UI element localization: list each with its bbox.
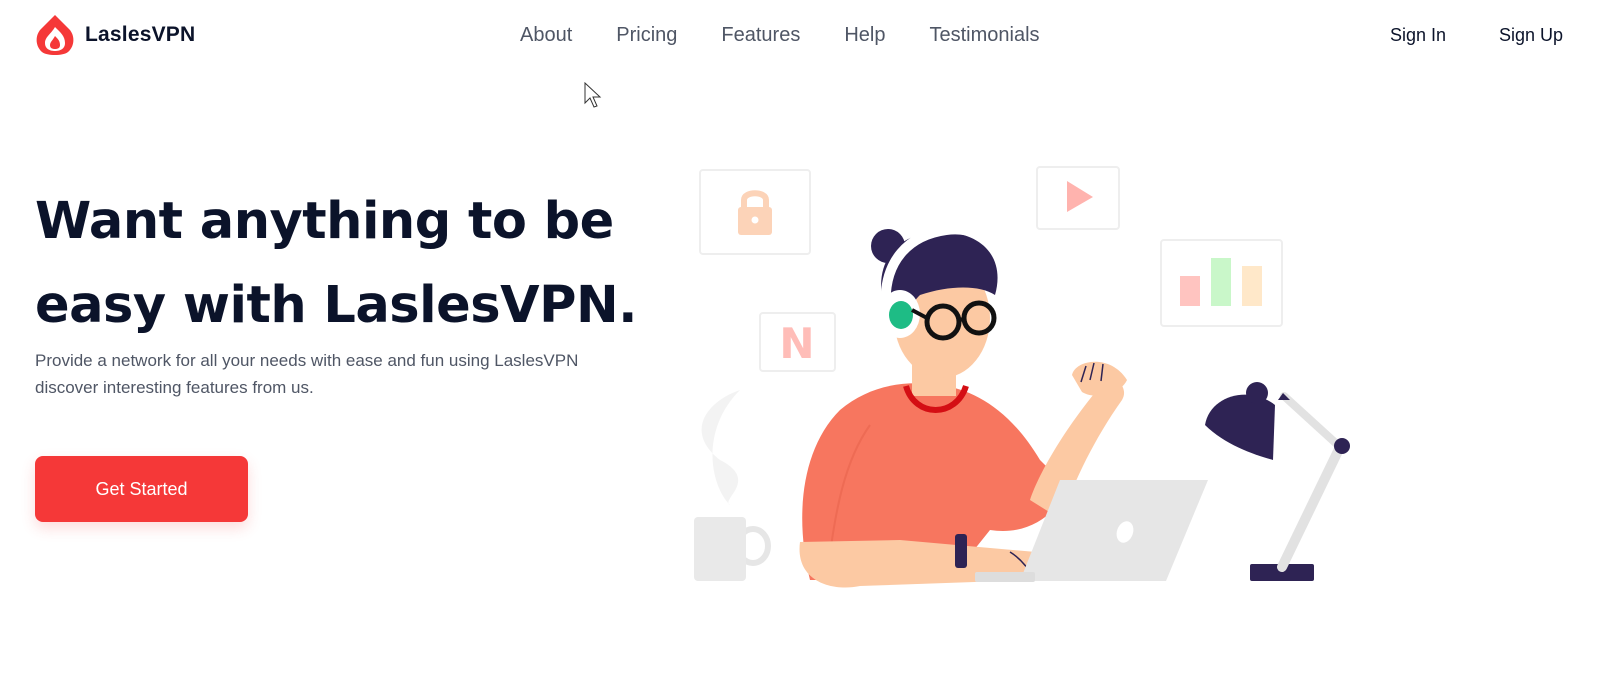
sign-in-link[interactable]: Sign In: [1390, 25, 1446, 46]
bar-chart-icon: [1160, 239, 1283, 327]
mouse-cursor-icon: [584, 82, 602, 108]
netflix-letter: N: [779, 319, 814, 368]
nav-help[interactable]: Help: [844, 24, 885, 47]
get-started-button[interactable]: Get Started: [35, 456, 248, 522]
logo[interactable]: LaslesVPN: [35, 14, 195, 56]
hero-illustration: N: [694, 166, 1350, 588]
nav-pricing[interactable]: Pricing: [616, 24, 677, 47]
logo-icon: [36, 15, 74, 55]
nav-features[interactable]: Features: [721, 24, 800, 47]
steam-decoration: [701, 390, 740, 505]
netflix-icon: N: [759, 312, 836, 372]
play-icon: [1036, 166, 1120, 230]
header: LaslesVPN About Pricing Features Help Te…: [0, 0, 1603, 75]
main-nav: About Pricing Features Help Testimonials: [520, 24, 1084, 47]
brand-name: LaslesVPN: [85, 23, 196, 46]
nav-testimonials[interactable]: Testimonials: [929, 24, 1039, 47]
sign-up-button[interactable]: Sign Up: [1499, 25, 1563, 46]
nav-about[interactable]: About: [520, 24, 572, 47]
hero-headline: Want anything to be easy with LaslesVPN.: [35, 192, 638, 335]
hero-description: Provide a network for all your needs wit…: [35, 351, 579, 397]
lock-icon: [699, 169, 811, 255]
mug-icon: [694, 517, 771, 581]
desk-lamp-icon: [1205, 382, 1350, 581]
